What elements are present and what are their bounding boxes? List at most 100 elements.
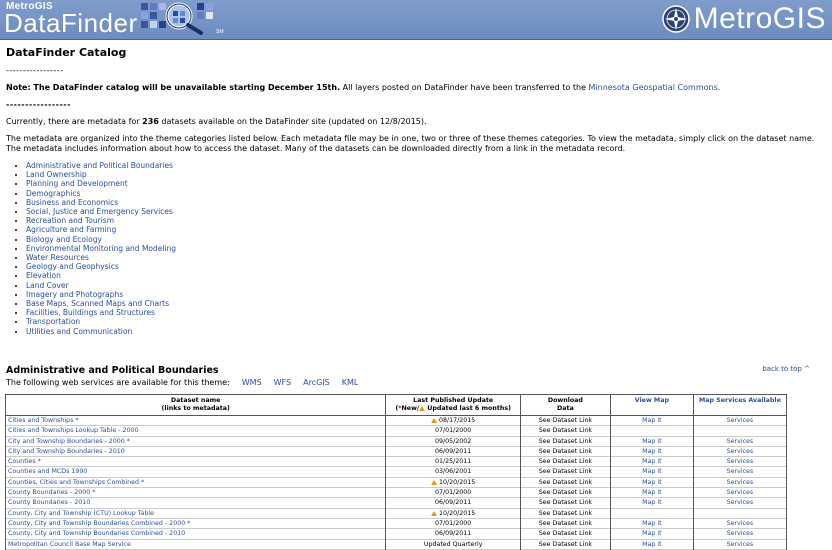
- download-cell: See Dataset Link: [520, 425, 611, 437]
- theme-link[interactable]: Transportation: [26, 317, 80, 326]
- theme-link[interactable]: Recreation and Tourism: [26, 216, 114, 225]
- theme-link[interactable]: Facilities, Buildings and Structures: [26, 308, 155, 317]
- services-link[interactable]: Services: [727, 417, 754, 424]
- update-date: 07/01/2000: [435, 427, 472, 435]
- services-link[interactable]: Services: [727, 448, 754, 455]
- services-link[interactable]: Services: [727, 438, 754, 445]
- services-link[interactable]: Services: [727, 479, 754, 486]
- theme-link[interactable]: Environmental Monitoring and Modeling: [26, 244, 176, 253]
- mosaic-magnifier-icon: [141, 2, 213, 35]
- dataset-link[interactable]: Counties and MCDs 1990: [8, 468, 87, 475]
- web-service-link-kml[interactable]: KML: [342, 378, 359, 387]
- theme-link[interactable]: Demographics: [26, 189, 80, 198]
- header-last-update: Last Published Update (*New/Updated last…: [385, 394, 521, 416]
- theme-list-item: Land Cover: [26, 281, 826, 290]
- services-link[interactable]: Services: [727, 468, 754, 475]
- download-cell: See Dataset Link: [520, 528, 611, 540]
- dataset-link[interactable]: Cities and Townships Lookup Table - 2000: [8, 427, 139, 434]
- theme-link[interactable]: Elevation: [26, 271, 61, 280]
- view-map-cell: Map it: [610, 456, 694, 467]
- theme-link[interactable]: Geology and Geophysics: [26, 262, 119, 271]
- section-header: Administrative and Political Boundaries …: [6, 365, 826, 387]
- theme-list-item: Demographics: [26, 189, 826, 198]
- update-date: 07/01/2000: [435, 519, 472, 527]
- dataset-name-cell: County, City and Township (CTU) Lookup T…: [4, 508, 387, 519]
- web-service-link-arcgis[interactable]: ArcGIS: [303, 378, 330, 387]
- map-services-cell: Services: [693, 487, 788, 498]
- table-row: County, City and Township Boundaries Com…: [4, 518, 788, 529]
- map-it-link[interactable]: Map it: [642, 479, 662, 486]
- theme-link[interactable]: Base Maps, Scanned Maps and Charts: [26, 299, 169, 308]
- geospatial-commons-link[interactable]: Minnesota Geospatial Commons.: [589, 83, 721, 92]
- download-cell: See Dataset Link: [520, 477, 611, 488]
- theme-link[interactable]: Agriculture and Farming: [26, 225, 116, 234]
- dataset-link[interactable]: City and Township Boundaries - 2010: [8, 448, 125, 455]
- map-it-link[interactable]: Map it: [642, 520, 662, 527]
- dataset-table-body: Cities and Townships * 08/17/2015 See Data…: [4, 415, 788, 550]
- dataset-link[interactable]: Counties *: [8, 458, 41, 465]
- theme-list-item: Land Ownership: [26, 170, 826, 179]
- dataset-name-cell: City and Township Boundaries - 2000 *: [4, 436, 387, 447]
- download-cell: See Dataset Link: [520, 487, 611, 498]
- dataset-link[interactable]: Cities and Townships *: [8, 417, 79, 424]
- theme-link[interactable]: Administrative and Political Boundaries: [26, 161, 173, 170]
- map-it-link[interactable]: Map it: [642, 499, 662, 506]
- services-link[interactable]: Services: [727, 530, 754, 537]
- map-it-link[interactable]: Map it: [642, 489, 662, 496]
- update-date-cell: 10/20/2015: [385, 477, 521, 488]
- dataset-link[interactable]: County, City and Township Boundaries Com…: [8, 530, 185, 537]
- theme-list-item: Base Maps, Scanned Maps and Charts: [26, 299, 826, 308]
- view-map-cell: [610, 508, 694, 519]
- services-link[interactable]: Services: [727, 489, 754, 496]
- services-link[interactable]: Services: [727, 520, 754, 527]
- update-date-cell: 10/20/2015: [385, 508, 521, 519]
- table-row: County, City and Township Boundaries Com…: [4, 528, 788, 540]
- service-mark: SM: [216, 29, 224, 35]
- map-services-cell: [693, 425, 788, 437]
- theme-link[interactable]: Biology and Ecology: [26, 235, 102, 244]
- map-services-cell: Services: [693, 466, 788, 478]
- dataset-link[interactable]: County, City and Township (CTU) Lookup T…: [8, 510, 154, 517]
- dataset-link[interactable]: Metropolitan Council Base Map Service: [8, 541, 131, 548]
- note-text: All layers posted on DataFinder have bee…: [340, 83, 589, 92]
- theme-link[interactable]: Social, Justice and Emergency Services: [26, 207, 173, 216]
- dataset-link[interactable]: Counties, Cities and Townships Combined …: [8, 479, 144, 486]
- web-service-link-wms[interactable]: WMS: [242, 378, 262, 387]
- theme-link[interactable]: Land Ownership: [26, 170, 87, 179]
- map-it-link[interactable]: Map it: [642, 438, 662, 445]
- theme-link[interactable]: Water Resources: [26, 253, 89, 262]
- web-service-link-wfs[interactable]: WFS: [274, 378, 291, 387]
- dataset-link[interactable]: County Boundaries - 2000 *: [8, 489, 95, 496]
- theme-link[interactable]: Imagery and Photographs: [26, 290, 123, 299]
- dataset-link[interactable]: County Boundaries - 2010: [8, 499, 90, 506]
- map-it-link[interactable]: Map it: [642, 448, 662, 455]
- update-date-cell: 07/01/2000: [385, 487, 521, 498]
- dataset-link[interactable]: City and Township Boundaries - 2000 *: [8, 438, 130, 445]
- dataset-name-cell: Metropolitan Council Base Map Service: [4, 539, 387, 550]
- download-text: See Dataset Link: [538, 427, 593, 435]
- map-it-link[interactable]: Map it: [642, 458, 662, 465]
- theme-link[interactable]: Utilities and Communication: [26, 327, 132, 336]
- metrogis-wordmark: MetroGIS: [693, 2, 826, 35]
- map-it-link[interactable]: Map it: [642, 468, 662, 475]
- back-to-top-link[interactable]: back to top ^: [762, 365, 810, 373]
- update-date: 01/25/2011: [435, 458, 472, 466]
- theme-link[interactable]: Land Cover: [26, 281, 69, 290]
- section-title: Administrative and Political Boundaries: [6, 365, 219, 376]
- map-it-link[interactable]: Map it: [642, 530, 662, 537]
- dataset-link[interactable]: County, City and Township Boundaries Com…: [8, 520, 190, 527]
- theme-link[interactable]: Business and Economics: [26, 198, 118, 207]
- datafinder-logo[interactable]: DataFinder: [4, 8, 138, 38]
- theme-link[interactable]: Planning and Development: [26, 179, 128, 188]
- table-header-row: Dataset name (links to metadata) Last Pu…: [4, 394, 788, 416]
- download-cell: See Dataset Link: [520, 436, 611, 447]
- map-it-link[interactable]: Map it: [642, 541, 662, 548]
- map-it-link[interactable]: Map it: [642, 417, 662, 424]
- web-services-line: The following web services are available…: [6, 378, 826, 387]
- dataset-name-cell: County, City and Township Boundaries Com…: [4, 528, 387, 540]
- services-link[interactable]: Services: [727, 541, 754, 548]
- services-link[interactable]: Services: [727, 458, 754, 465]
- services-link[interactable]: Services: [727, 499, 754, 506]
- metrogis-logo[interactable]: MetroGIS: [661, 1, 826, 37]
- table-row: Metropolitan Council Base Map Service Upd…: [4, 539, 788, 550]
